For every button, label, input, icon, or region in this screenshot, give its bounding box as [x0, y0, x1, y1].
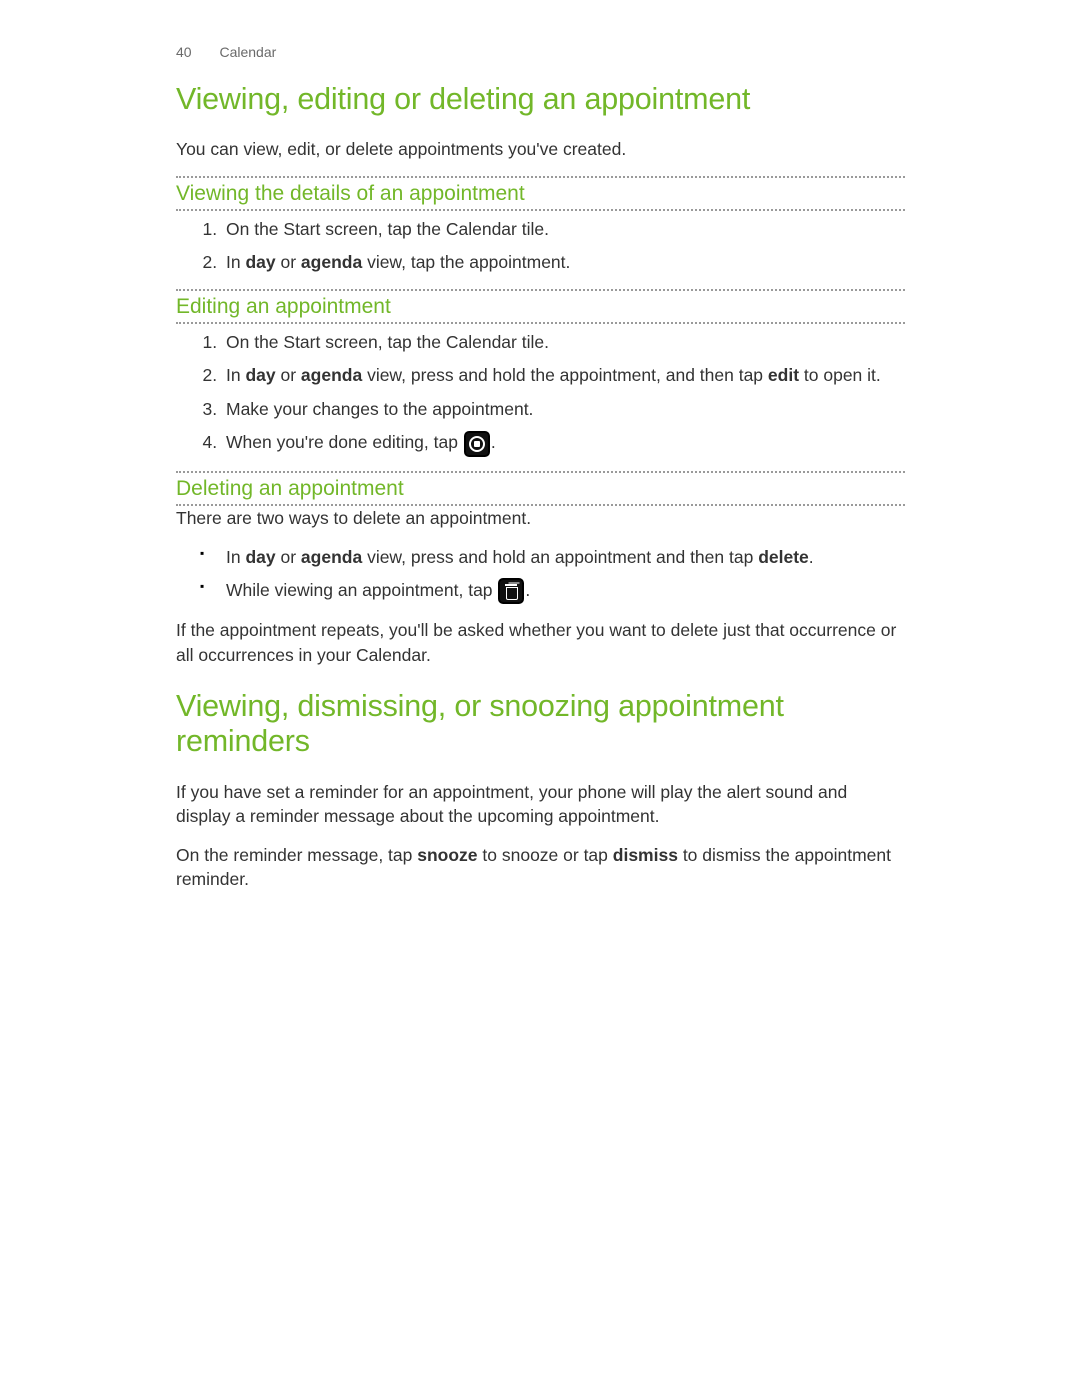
bold-text: day [245, 547, 275, 567]
subheading-viewing-details: Viewing the details of an appointment [176, 181, 905, 206]
step-text: On the Start screen, tap the Calendar ti… [226, 332, 549, 352]
step-text: On the Start screen, tap the Calendar ti… [226, 219, 549, 239]
text: . [809, 547, 814, 567]
delete-icon [498, 578, 524, 604]
divider [176, 322, 905, 324]
text: In [226, 365, 245, 385]
text: In [226, 252, 245, 272]
reminders-p1: If you have set a reminder for an appoin… [176, 780, 905, 829]
text: or [276, 365, 301, 385]
subsection-viewing-details: Viewing the details of an appointment On… [176, 176, 905, 275]
subheading-deleting: Deleting an appointment [176, 476, 905, 501]
step-item: On the Start screen, tap the Calendar ti… [222, 330, 905, 355]
subheading-editing: Editing an appointment [176, 294, 905, 319]
text: While viewing an appointment, tap [226, 580, 497, 600]
text: to snooze or tap [478, 845, 613, 865]
steps-editing: On the Start screen, tap the Calendar ti… [176, 330, 905, 457]
page-content: 40 Calendar Viewing, editing or deleting… [0, 0, 1080, 1306]
save-icon [464, 431, 490, 457]
text: or [276, 547, 301, 567]
bullets-deleting: In day or agenda view, press and hold an… [176, 545, 905, 605]
step-item: Make your changes to the appointment. [222, 397, 905, 422]
step-item: On the Start screen, tap the Calendar ti… [222, 217, 905, 242]
subsection-deleting: Deleting an appointment There are two wa… [176, 471, 905, 668]
step-item: When you're done editing, tap . [222, 430, 905, 456]
subsection-editing: Editing an appointment On the Start scre… [176, 289, 905, 457]
divider [176, 289, 905, 291]
bold-text: delete [758, 547, 809, 567]
bold-text: agenda [301, 547, 362, 567]
chapter-name: Calendar [219, 44, 276, 60]
page-number: 40 [176, 44, 192, 60]
text: view, press and hold the appointment, an… [362, 365, 768, 385]
step-item: In day or agenda view, tap the appointme… [222, 250, 905, 275]
divider [176, 209, 905, 211]
divider [176, 471, 905, 473]
bold-text: snooze [417, 845, 477, 865]
text: to open it. [799, 365, 881, 385]
heading-1-reminders: Viewing, dismissing, or snoozing appoint… [176, 689, 905, 759]
reminders-p2: On the reminder message, tap snooze to s… [176, 843, 905, 892]
step-text: Make your changes to the appointment. [226, 399, 533, 419]
intro-paragraph: You can view, edit, or delete appointmen… [176, 137, 905, 162]
deleting-outro: If the appointment repeats, you'll be as… [176, 618, 905, 667]
bold-text: day [245, 252, 275, 272]
text: . [525, 580, 530, 600]
bold-text: dismiss [613, 845, 678, 865]
page-header: 40 Calendar [176, 44, 905, 60]
text: When you're done editing, tap [226, 432, 463, 452]
text: On the reminder message, tap [176, 845, 417, 865]
list-item: While viewing an appointment, tap . [222, 578, 905, 604]
bold-text: edit [768, 365, 799, 385]
text: view, press and hold an appointment and … [362, 547, 758, 567]
bold-text: day [245, 365, 275, 385]
steps-viewing-details: On the Start screen, tap the Calendar ti… [176, 217, 905, 275]
text: . [491, 432, 496, 452]
divider [176, 176, 905, 178]
bold-text: agenda [301, 365, 362, 385]
text: view, tap the appointment. [362, 252, 570, 272]
text: or [276, 252, 301, 272]
text: In [226, 547, 245, 567]
deleting-intro: There are two ways to delete an appointm… [176, 506, 905, 531]
heading-1-view-edit-delete: Viewing, editing or deleting an appointm… [176, 82, 905, 117]
list-item: In day or agenda view, press and hold an… [222, 545, 905, 570]
bold-text: agenda [301, 252, 362, 272]
step-item: In day or agenda view, press and hold th… [222, 363, 905, 388]
